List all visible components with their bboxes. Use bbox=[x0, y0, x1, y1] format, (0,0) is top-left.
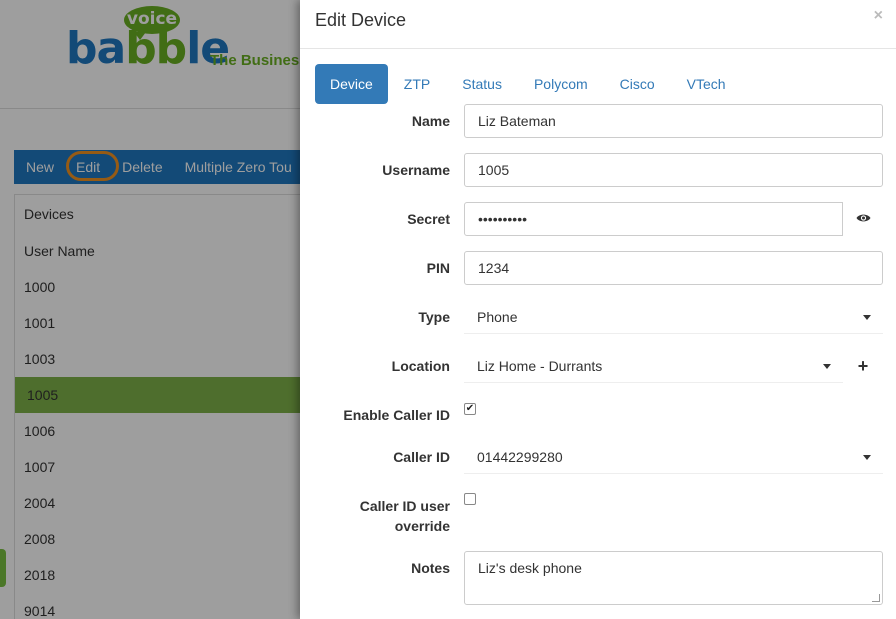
enable-caller-id-label: Enable Caller ID bbox=[343, 407, 450, 423]
caller-id-select[interactable]: 01442299280 bbox=[464, 440, 883, 474]
eye-icon[interactable] bbox=[843, 202, 883, 236]
location-select[interactable]: Liz Home - Durrants bbox=[464, 349, 843, 383]
caller-id-override-checkbox[interactable] bbox=[464, 493, 476, 505]
chevron-down-icon bbox=[823, 364, 831, 369]
pin-label: PIN bbox=[426, 260, 450, 276]
plus-icon: + bbox=[857, 356, 869, 376]
tab-status[interactable]: Status bbox=[446, 64, 518, 104]
caller-id-override-label-line2: override bbox=[394, 518, 450, 534]
secret-label: Secret bbox=[407, 211, 450, 227]
secret-field[interactable]: •••••••••• bbox=[464, 202, 843, 236]
location-label: Location bbox=[391, 358, 450, 374]
tab-device[interactable]: Device bbox=[315, 64, 388, 104]
notes-label: Notes bbox=[411, 560, 450, 576]
caller-id-label: Caller ID bbox=[393, 449, 450, 465]
name-field[interactable]: Liz Bateman bbox=[464, 104, 883, 138]
username-label: Username bbox=[382, 162, 450, 178]
type-select-value: Phone bbox=[477, 309, 518, 325]
location-select-value: Liz Home - Durrants bbox=[477, 358, 603, 374]
caller-id-select-value: 01442299280 bbox=[477, 449, 563, 465]
tab-ztp[interactable]: ZTP bbox=[388, 64, 446, 104]
caller-id-override-label-line1: Caller ID user bbox=[359, 498, 450, 514]
tab-cisco[interactable]: Cisco bbox=[604, 64, 671, 104]
pin-field[interactable]: 1234 bbox=[464, 251, 883, 285]
chevron-down-icon bbox=[863, 455, 871, 460]
enable-caller-id-checkbox[interactable]: ✔ bbox=[464, 403, 476, 415]
tab-polycom[interactable]: Polycom bbox=[518, 64, 604, 104]
add-location-button[interactable]: + bbox=[843, 349, 883, 383]
close-icon[interactable]: × bbox=[874, 7, 883, 25]
type-select[interactable]: Phone bbox=[464, 300, 883, 334]
checkmark-icon: ✔ bbox=[465, 403, 475, 414]
tab-vtech[interactable]: VTech bbox=[671, 64, 742, 104]
notes-textarea-value: Liz's desk phone bbox=[478, 560, 582, 576]
name-label: Name bbox=[411, 113, 450, 129]
modal-title: Edit Device bbox=[315, 10, 407, 30]
username-field[interactable]: 1005 bbox=[464, 153, 883, 187]
notes-textarea[interactable]: Liz's desk phone bbox=[464, 551, 883, 605]
edit-device-modal: Edit Device × Device ZTP Status Polycom … bbox=[300, 0, 896, 619]
chevron-down-icon bbox=[863, 315, 871, 320]
type-label: Type bbox=[418, 309, 450, 325]
modal-header: Edit Device × bbox=[300, 0, 896, 49]
device-tabs: Device ZTP Status Polycom Cisco VTech bbox=[315, 64, 742, 104]
resize-grip-icon[interactable] bbox=[872, 594, 880, 602]
